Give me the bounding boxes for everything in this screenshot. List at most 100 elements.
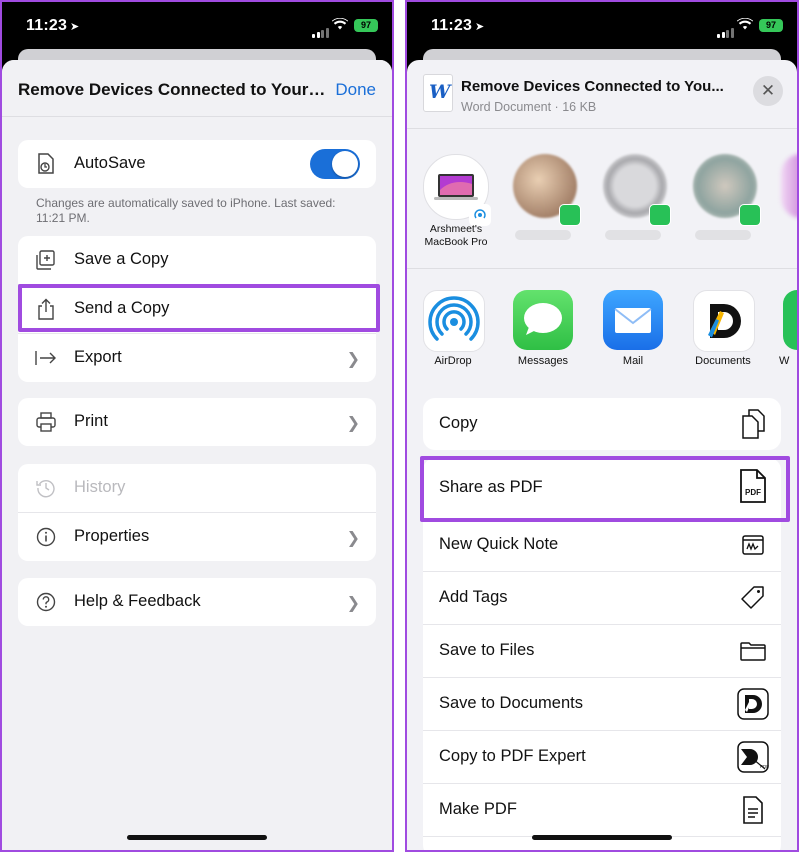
make-pdf-action[interactable]: Make PDF: [423, 784, 781, 837]
shared-document-subtitle: Word Document · 16 KB: [461, 100, 597, 114]
status-time: 11:23 ➤: [26, 17, 80, 34]
chevron-right-icon: ❯: [346, 530, 360, 547]
wifi-icon: [736, 17, 754, 35]
share-as-pdf-highlight: [420, 456, 790, 522]
share-header: W Remove Devices Connected to You... Wor…: [407, 60, 797, 129]
blurred-contact-name: [515, 230, 571, 240]
autosave-hint: Changes are automatically saved to iPhon…: [36, 196, 336, 225]
export-label: Export: [74, 348, 122, 366]
messages-label: Messages: [517, 355, 569, 367]
new-quick-note-label: New Quick Note: [439, 535, 559, 553]
add-tags-label: Add Tags: [439, 588, 508, 606]
new-quick-note-action[interactable]: New Quick Note: [423, 519, 781, 572]
help-feedback-item[interactable]: Help & Feedback ❯: [18, 578, 376, 626]
mail-icon: [603, 290, 663, 350]
chevron-right-icon: ❯: [346, 351, 360, 368]
shared-document-title: Remove Devices Connected to You...: [461, 78, 724, 95]
contact-avatar: [781, 154, 797, 218]
add-tags-action[interactable]: Add Tags: [423, 572, 781, 625]
whatsapp-badge-icon: [739, 204, 761, 226]
copy-to-pdf-expert-label: Copy to PDF Expert: [439, 747, 586, 765]
left-screenshot: 11:23 ➤ 97 Remove Devices Connected to Yo…: [0, 0, 394, 852]
properties-item[interactable]: Properties ❯: [18, 513, 376, 561]
whatsapp-badge-icon: [649, 204, 671, 226]
info-card: History Properties ❯: [18, 464, 376, 561]
messages-icon: [513, 290, 573, 350]
save-to-files-label: Save to Files: [439, 641, 535, 659]
copy-label: Copy: [439, 414, 478, 432]
export-item[interactable]: Export ❯: [18, 334, 376, 382]
blurred-contact-name: [695, 230, 751, 240]
close-icon: ✕: [760, 81, 776, 100]
whatsapp-badge-icon: [559, 204, 581, 226]
export-icon: [34, 346, 58, 370]
battery-icon: 97: [759, 19, 783, 32]
home-indicator: [532, 835, 672, 840]
share-sheet: W Remove Devices Connected to You... Wor…: [407, 60, 797, 850]
print-item[interactable]: Print ❯: [18, 398, 376, 446]
history-item[interactable]: History: [18, 464, 376, 513]
copy-card: Copy: [423, 398, 781, 450]
make-pdf-label: Make PDF: [439, 800, 517, 818]
sheet-header: Remove Devices Connected to Your I... Do…: [2, 60, 392, 117]
airdrop-icon: [423, 290, 485, 352]
toggle-knob: [332, 151, 358, 177]
documents-icon: [693, 290, 755, 352]
macbook-label: Arshmeet's MacBook Pro: [424, 223, 488, 248]
info-icon: [34, 525, 58, 549]
home-indicator: [127, 835, 267, 840]
chevron-right-icon: ❯: [346, 415, 360, 432]
save-a-copy-label: Save a Copy: [74, 250, 169, 268]
autosave-icon: [34, 152, 58, 176]
apps-row: AirDrop Messages Mail Documents W: [407, 268, 797, 388]
question-icon: [34, 590, 58, 614]
copy-action[interactable]: Copy: [423, 398, 781, 450]
chevron-right-icon: ❯: [346, 595, 360, 612]
properties-label: Properties: [74, 527, 150, 545]
print-card: Print ❯: [18, 398, 376, 446]
folder-icon: [737, 635, 769, 667]
save-to-documents-action[interactable]: Save to Documents: [423, 678, 781, 731]
cellular-signal-icon: [312, 20, 330, 38]
cellular-signal-icon: [717, 20, 735, 38]
help-card: Help & Feedback ❯: [18, 578, 376, 626]
airdrop-label: AirDrop: [434, 355, 472, 367]
file-menu-sheet: Remove Devices Connected to Your I... Do…: [2, 60, 392, 850]
mail-label: Mail: [622, 355, 644, 367]
whatsapp-icon: [783, 290, 797, 350]
blurred-contact-name: [605, 230, 661, 240]
help-label: Help & Feedback: [74, 592, 201, 610]
status-bar: 11:23 ➤ 97: [2, 2, 392, 50]
autosave-label: AutoSave: [74, 154, 146, 172]
quick-note-icon: [737, 529, 769, 561]
wifi-icon: [331, 17, 349, 35]
send-copy-highlight: [18, 284, 380, 332]
copy-to-pdf-expert-action[interactable]: Copy to PDF Expert PDF: [423, 731, 781, 784]
word-document-icon: W: [423, 74, 453, 112]
battery-icon: 97: [354, 19, 378, 32]
right-screenshot: 11:23 ➤ 97 W Remove Devices Connected to …: [405, 0, 799, 852]
done-button[interactable]: Done: [335, 80, 376, 100]
autosave-row: AutoSave: [18, 140, 376, 188]
people-row: Arshmeet's MacBook Pro: [407, 128, 797, 269]
printer-icon: [34, 410, 58, 434]
close-button[interactable]: ✕: [753, 76, 783, 106]
documents-app-icon: [737, 688, 769, 720]
autosave-card: AutoSave: [18, 140, 376, 188]
autosave-toggle[interactable]: [310, 149, 360, 179]
status-bar: 11:23 ➤ 97: [407, 2, 797, 50]
save-to-documents-label: Save to Documents: [439, 694, 583, 712]
whatsapp-label: W: [779, 355, 790, 367]
svg-text:PDF: PDF: [760, 764, 769, 769]
history-label: History: [74, 478, 126, 496]
documents-label: Documents: [695, 355, 751, 367]
print-label: Print: [74, 412, 108, 430]
make-pdf-icon: [737, 794, 769, 826]
document-title: Remove Devices Connected to Your I...: [18, 80, 328, 99]
save-copy-icon: [34, 248, 58, 272]
copy-icon: [737, 408, 769, 440]
status-time: 11:23 ➤: [431, 17, 485, 34]
history-icon: [34, 476, 58, 500]
save-to-files-action[interactable]: Save to Files: [423, 625, 781, 678]
save-a-copy-item[interactable]: Save a Copy: [18, 236, 376, 285]
